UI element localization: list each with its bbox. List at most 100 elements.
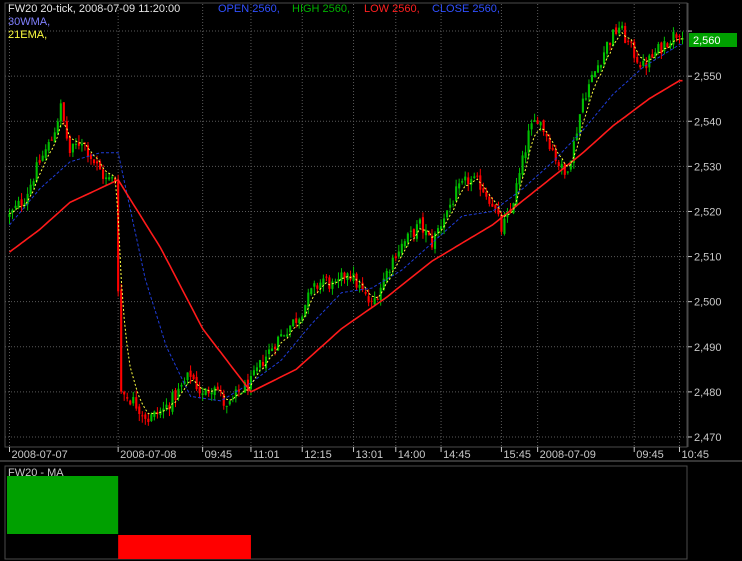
- candle-body: [533, 120, 536, 122]
- candle-body: [630, 41, 633, 43]
- candle-body: [467, 177, 470, 185]
- candle-body: [204, 389, 207, 395]
- candle-body: [394, 256, 397, 259]
- candle-body: [319, 282, 322, 290]
- candle-body: [126, 397, 129, 399]
- x-tick-label: 2008-07-07: [12, 449, 68, 461]
- candle-body: [461, 181, 464, 183]
- candle-body: [612, 29, 615, 47]
- indicator-bar-up: [7, 476, 119, 534]
- candle-body: [322, 278, 325, 286]
- candle-body: [602, 52, 606, 64]
- candle-body: [150, 414, 153, 422]
- y-tick-label: 2,490: [694, 342, 722, 354]
- candle-body: [424, 230, 428, 236]
- candle-body: [292, 319, 295, 327]
- candle-body: [35, 162, 38, 182]
- candle-body: [98, 161, 102, 170]
- x-tick-label: 09:45: [205, 449, 233, 461]
- candle-body: [473, 176, 476, 178]
- candle-body: [524, 152, 527, 159]
- candle-body: [675, 34, 678, 38]
- candle-body: [605, 41, 609, 54]
- candle-body: [135, 397, 138, 409]
- candle-body: [14, 205, 17, 209]
- candle-body: [539, 122, 542, 126]
- candle-body: [102, 169, 105, 179]
- candlestick-series: [8, 21, 684, 426]
- candle-body: [593, 71, 597, 77]
- open-value: OPEN 2560,: [218, 3, 280, 15]
- candle-body: [325, 276, 328, 278]
- candle-body: [192, 374, 195, 380]
- candle-body: [132, 397, 135, 404]
- candle-body: [62, 102, 65, 122]
- candle-body: [234, 389, 237, 398]
- candle-body: [648, 55, 651, 68]
- candle-body: [642, 60, 645, 66]
- candle-body: [44, 149, 47, 158]
- candle-body: [563, 163, 566, 175]
- x-tick-label: 11:01: [253, 449, 280, 461]
- candle-body: [111, 177, 114, 179]
- candle-body: [86, 145, 90, 157]
- candle-body: [210, 392, 213, 395]
- candle-body: [174, 390, 177, 401]
- candle-body: [485, 192, 488, 197]
- candle-body: [663, 41, 666, 52]
- last-price-label: 2,560: [693, 35, 721, 47]
- symbol-title: FW20 20-tick, 2008-07-09 11:20:00: [8, 3, 180, 15]
- candle-body: [180, 384, 183, 387]
- candle-body: [71, 143, 74, 153]
- candle-body: [590, 74, 594, 83]
- wma-legend: 30WMA,: [8, 16, 50, 28]
- candle-body: [316, 285, 319, 289]
- candle-body: [672, 31, 675, 45]
- candle-body: [153, 411, 156, 417]
- wma-line: [9, 44, 683, 402]
- candle-body: [388, 271, 391, 273]
- candle-body: [189, 370, 192, 377]
- candle-body: [95, 161, 99, 164]
- candle-body: [68, 136, 71, 154]
- x-tick-label: 13:01: [356, 449, 384, 461]
- moving-average-lines: [9, 31, 683, 415]
- candle-body: [38, 160, 41, 163]
- candle-body: [618, 27, 621, 34]
- price-chart[interactable]: 2,470 2,480 2,490 2,500 2,510 2,520 2,530 2,540…: [0, 0, 742, 561]
- candle-body: [446, 210, 449, 218]
- candle-body: [596, 65, 600, 73]
- y-tick-label: 2,540: [694, 116, 722, 128]
- candle-body: [530, 123, 533, 130]
- candle-body: [412, 229, 415, 237]
- x-tick-label: 14:00: [398, 449, 426, 461]
- candle-body: [355, 273, 358, 288]
- candle-body: [171, 392, 174, 412]
- candle-body: [313, 283, 316, 287]
- y-tick-label: 2,550: [694, 71, 722, 83]
- candle-body: [376, 298, 379, 300]
- candle-body: [298, 319, 301, 324]
- candle-body: [527, 130, 530, 153]
- candle-body: [343, 272, 346, 278]
- candle-body: [271, 348, 274, 351]
- candle-body: [59, 103, 62, 122]
- candle-body: [237, 389, 240, 392]
- candle-body: [406, 233, 409, 243]
- candle-body: [92, 159, 96, 164]
- candle-body: [427, 231, 431, 235]
- candle-body: [228, 401, 231, 405]
- candle-body: [120, 289, 123, 392]
- indicator-title: FW20 - MA: [8, 467, 64, 479]
- ema-legend: 21EMA,: [8, 29, 47, 41]
- candle-body: [609, 43, 612, 45]
- candle-body: [8, 213, 11, 218]
- y-tick-label: 2,510: [694, 252, 722, 264]
- candle-body: [587, 84, 590, 98]
- candle-body: [370, 300, 373, 302]
- candle-body: [252, 370, 256, 376]
- candle-body: [666, 43, 669, 47]
- x-tick-label: 10:45: [681, 449, 709, 461]
- y-tick-label: 2,500: [694, 297, 722, 309]
- candle-body: [599, 65, 603, 68]
